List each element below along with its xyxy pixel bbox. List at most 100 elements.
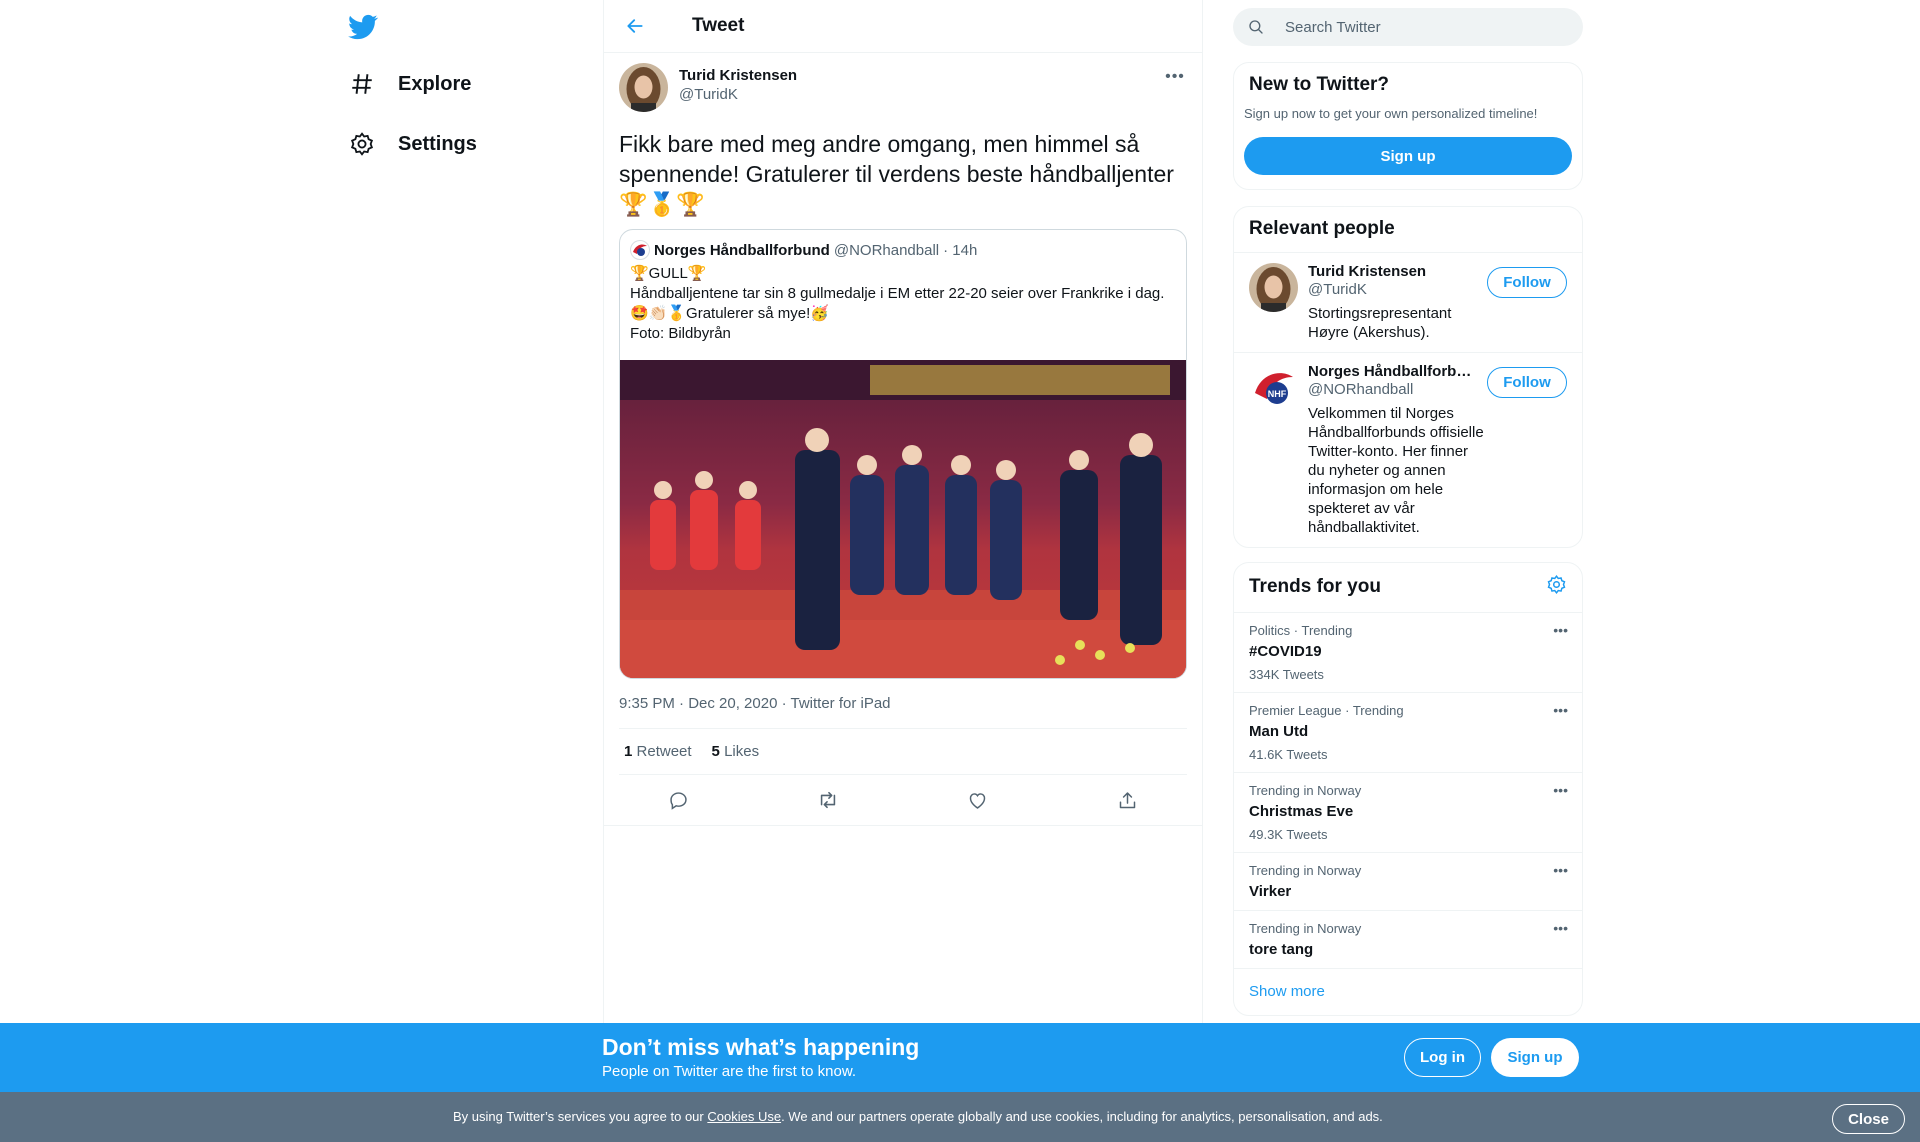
new-to-twitter-card: New to Twitter? Sign up now to get your … [1233,62,1583,190]
person-nhf[interactable]: NHF Norges Håndballforb… @NORhandball Ve… [1234,352,1582,547]
login-button[interactable]: Log in [1404,1038,1481,1077]
more-options-icon[interactable]: ••• [1553,920,1568,936]
avatar[interactable] [1249,263,1298,312]
relevant-people-card: Relevant people Turid Kristensen @TuridK… [1233,206,1583,548]
nav-settings[interactable]: Settings [348,119,477,169]
share-button[interactable] [1109,785,1145,815]
quoted-tweet[interactable]: Norges Håndballforbund @NORhandball · 14… [619,229,1187,679]
more-options-icon[interactable]: ••• [1553,622,1568,638]
search-icon [1249,20,1263,34]
likes-stat[interactable]: 5 Likes [712,743,760,760]
page-title: Tweet [692,15,745,36]
quote-header: Norges Håndballforbund @NORhandball · 14… [620,230,1186,260]
new-to-twitter-subtitle: Sign up now to get your own personalized… [1244,106,1538,121]
banner-subtitle: People on Twitter are the first to know. [602,1063,857,1080]
trend-item[interactable]: Premier League · Trending Man Utd 41.6K … [1234,692,1582,772]
trends-header: Trends for you [1234,563,1582,612]
share-icon [1119,791,1135,808]
cookie-banner: By using Twitter’s services you agree to… [0,1092,1920,1142]
quote-line: 🏆GULL🏆 [630,265,707,282]
tweet-text: Fikk bare med meg andre omgang, men himm… [619,131,1174,217]
trend-count: 49.3K Tweets [1249,827,1328,842]
trend-context: Trending in Norway [1249,921,1362,936]
trend-item[interactable]: Trending in Norway Virker ••• [1234,852,1582,910]
retweets-count: 1 [624,743,633,760]
tweet-timestamp[interactable]: 9:35 PM · Dec 20, 2020 · Twitter for iPa… [619,695,1187,729]
reply-button[interactable] [661,785,697,815]
trends-title: Trends for you [1249,576,1381,597]
person-name[interactable]: Turid Kristensen [1308,263,1488,280]
person-handle: @NORhandball [1308,381,1414,398]
trend-name: #COVID19 [1249,643,1322,660]
person-handle: @TuridK [1308,281,1367,298]
quote-line: Håndballjentene tar sin 8 gullmedalje i … [630,285,1165,302]
heart-icon [970,792,986,809]
new-to-twitter-title: New to Twitter? [1249,74,1390,95]
trend-name: Virker [1249,883,1292,900]
likes-count: 5 [711,743,720,760]
trend-name: Man Utd [1249,723,1309,740]
tweet-author: Turid Kristensen @TuridK ••• [619,63,1187,119]
signup-button[interactable]: Sign up [1491,1038,1579,1077]
cookie-text-after: . We and our partners operate globally a… [781,1109,1383,1124]
more-options-icon[interactable]: ••• [1553,702,1568,718]
more-options-icon[interactable]: ••• [1553,862,1568,878]
retweet-button[interactable] [810,785,846,815]
quote-photo[interactable] [620,360,1186,678]
gear-icon [348,130,376,158]
person-bio: Velkommen til Norges Håndballforbunds of… [1308,405,1484,536]
nav-settings-label: Settings [398,132,477,155]
trend-context: Premier League · Trending [1249,703,1404,718]
author-name[interactable]: Turid Kristensen [679,67,797,84]
quote-line: Foto: Bildbyrån [630,325,731,342]
twitter-bird-icon[interactable] [348,12,380,42]
trend-count: 41.6K Tweets [1249,747,1328,762]
cookie-text: By using Twitter’s services you agree to… [453,1109,1383,1124]
quote-text: 🏆GULL🏆 Håndballjentene tar sin 8 gullmed… [620,260,1186,360]
sidebar-signup-button[interactable]: Sign up [1244,137,1572,175]
quote-author-name: Norges Håndballforbund [654,241,830,259]
trend-item[interactable]: Trending in Norway tore tang ••• [1234,910,1582,968]
retweets-label: Retweet [636,743,692,760]
cookies-use-link[interactable]: Cookies Use [707,1109,781,1124]
person-turid[interactable]: Turid Kristensen @TuridK Stortingsrepres… [1234,252,1582,352]
more-options-icon[interactable]: ••• [1163,67,1187,87]
back-button[interactable] [618,9,652,43]
trend-context: Trending in Norway [1249,863,1362,878]
right-sidebar: New to Twitter? Sign up now to get your … [1233,0,1583,1016]
avatar[interactable] [619,63,668,112]
search-bar[interactable] [1233,8,1583,46]
trend-item[interactable]: Trending in Norway Christmas Eve 49.3K T… [1234,772,1582,852]
person-name[interactable]: Norges Håndballforb… [1308,363,1488,380]
quote-author-handle: @NORhandball [833,241,940,259]
retweets-stat[interactable]: 1 Retweet [624,743,692,760]
trend-context: Politics · Trending [1249,623,1353,638]
search-input[interactable] [1285,18,1545,36]
banner-title: Don’t miss what’s happening [602,1034,920,1060]
author-handle[interactable]: @TuridK [679,86,797,103]
close-button[interactable]: Close [1832,1104,1905,1134]
show-more-link[interactable]: Show more [1234,968,1582,1015]
tweet-stats: 1 Retweet 5 Likes [619,729,1187,775]
trend-name: tore tang [1249,941,1314,958]
main-header: Tweet [604,0,1202,53]
back-arrow-icon [627,19,643,33]
nav-explore-label: Explore [398,72,472,95]
nav-explore[interactable]: Explore [348,59,471,109]
gear-icon[interactable] [1546,574,1567,600]
trend-context: Trending in Norway [1249,783,1362,798]
tweet-actions [604,775,1202,826]
trend-item[interactable]: Politics · Trending #COVID19 334K Tweets… [1234,612,1582,692]
trend-name: Christmas Eve [1249,803,1354,820]
more-options-icon[interactable]: ••• [1553,782,1568,798]
hashtag-icon [348,70,376,98]
like-button[interactable] [960,785,996,815]
main-column: Tweet Turid Kristensen @TuridK ••• Fikk … [603,0,1203,1142]
trends-card: Trends for you Politics · Trending #COVI… [1233,562,1583,1016]
follow-button[interactable]: Follow [1487,267,1567,298]
follow-button[interactable]: Follow [1487,367,1567,398]
cookie-text-before: By using Twitter’s services you agree to… [453,1109,708,1124]
avatar[interactable]: NHF [1249,363,1298,412]
quote-line: 🤩👏🏻🥇Gratulerer så mye!🥳 [630,305,829,322]
nhf-logo-icon [630,240,650,260]
